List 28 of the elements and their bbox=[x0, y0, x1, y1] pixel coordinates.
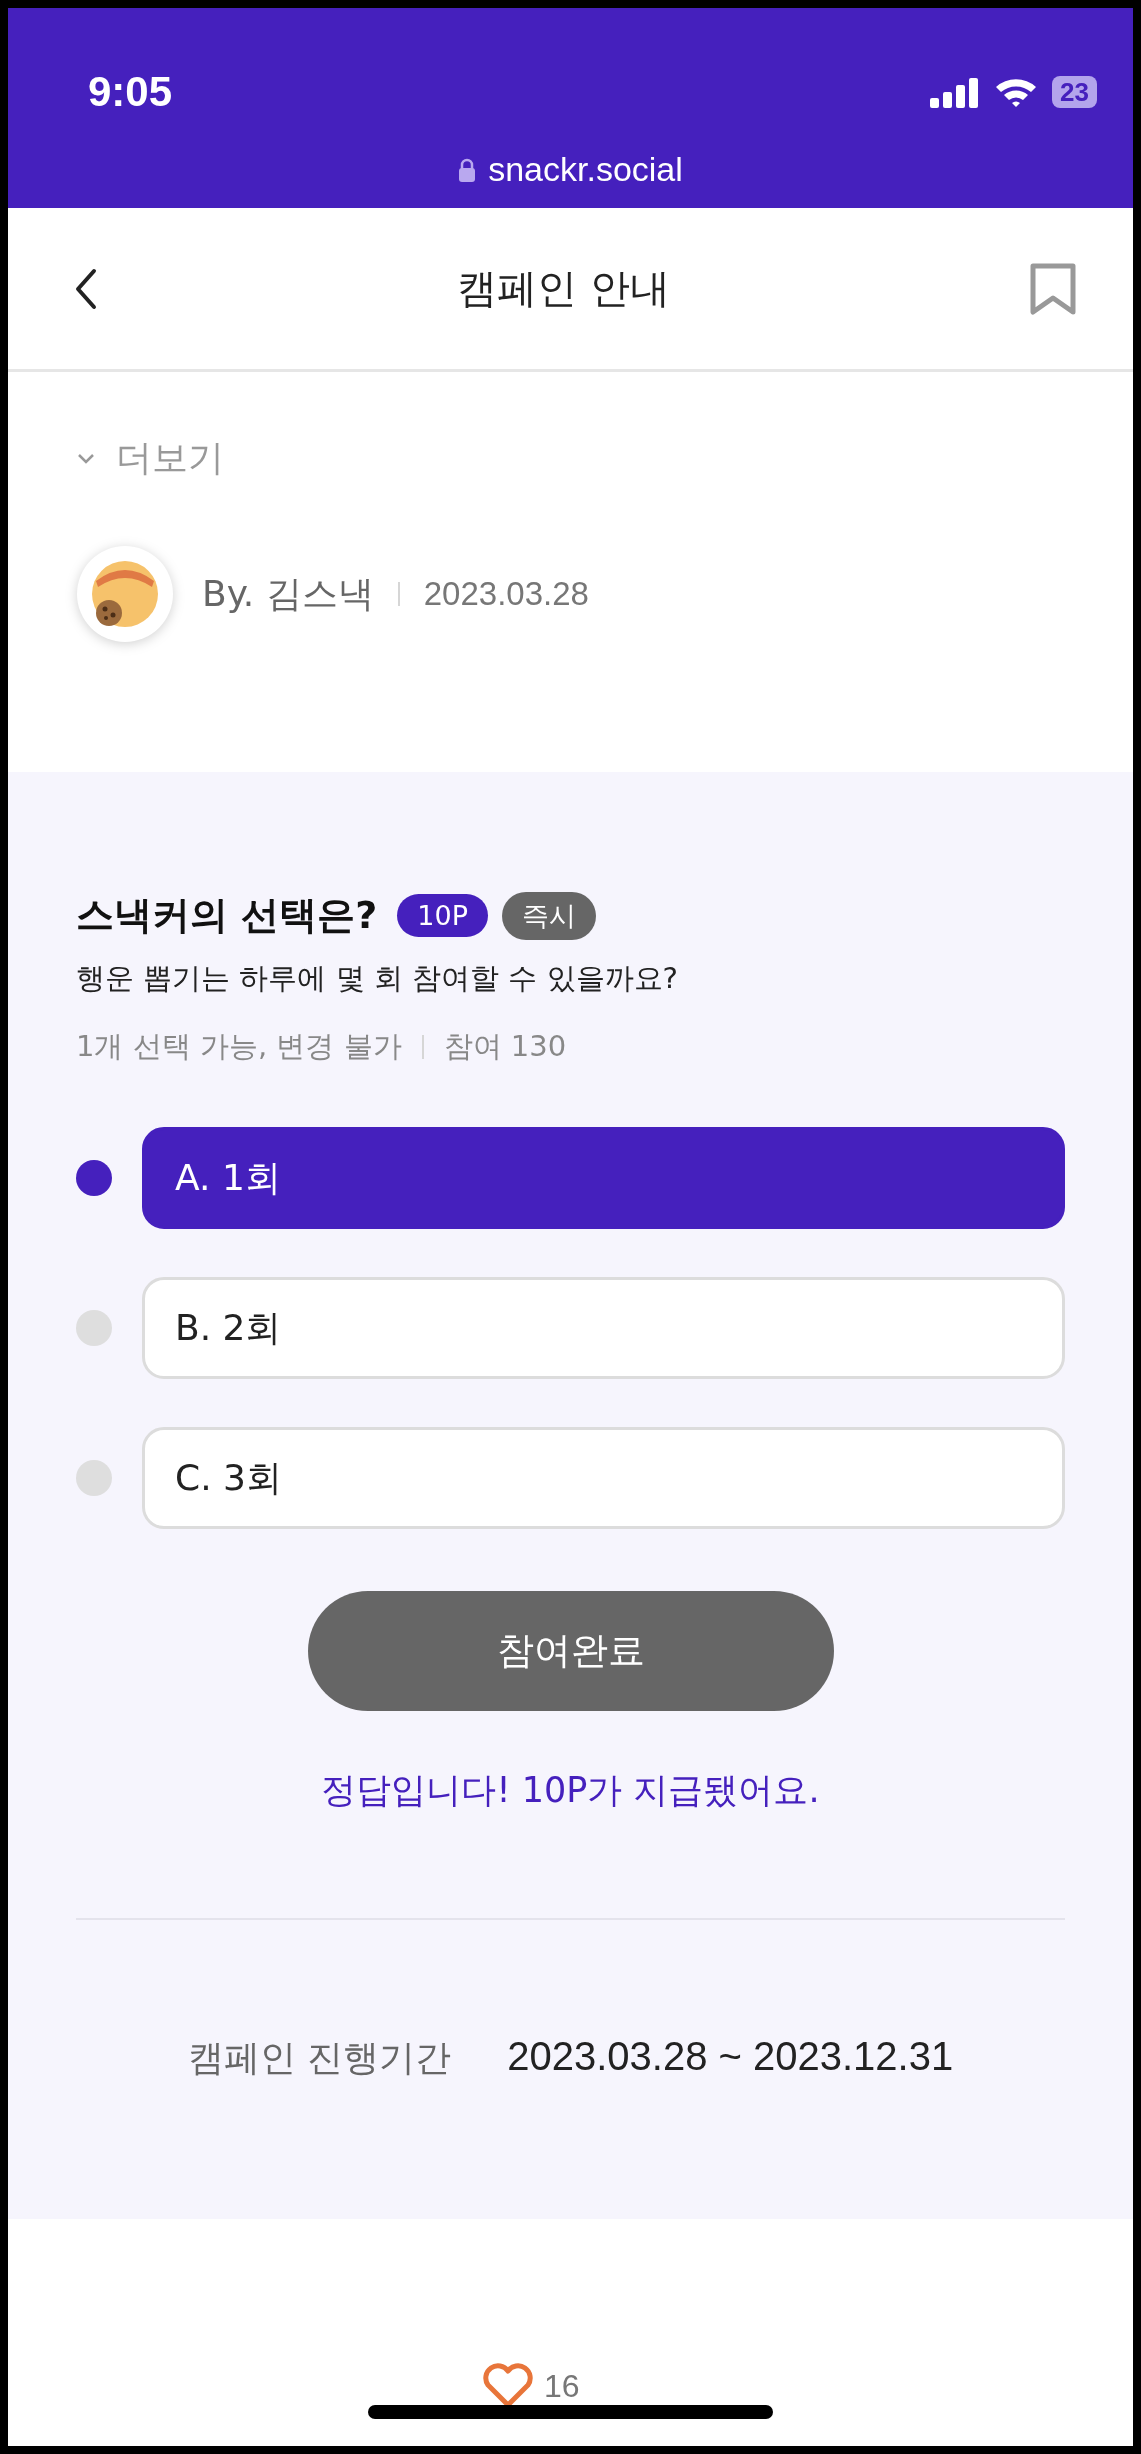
page-title: 캠페인 안내 bbox=[457, 264, 670, 313]
lock-icon bbox=[458, 157, 477, 182]
author-name: By. 김스낵 bbox=[202, 571, 374, 616]
battery-icon: 23 bbox=[1052, 76, 1097, 108]
quiz-title: 스낵커의 선택은? bbox=[76, 892, 378, 939]
radio-dot[interactable] bbox=[76, 1460, 112, 1496]
reward-tag: 10P bbox=[397, 894, 488, 937]
chevron-down-icon bbox=[76, 451, 96, 466]
post-date: 2023.03.28 bbox=[423, 575, 589, 613]
back-icon[interactable] bbox=[74, 266, 98, 311]
answer-option[interactable]: B. 2회 bbox=[142, 1277, 1065, 1379]
status-time: 9:05 bbox=[88, 68, 173, 116]
question-text: 행운 뽑기는 하루에 몇 회 참여할 수 있을까요? bbox=[76, 960, 679, 997]
wifi-icon bbox=[994, 76, 1039, 108]
signal-icon bbox=[930, 76, 981, 108]
radio-dot[interactable] bbox=[76, 1310, 112, 1346]
selection-rule: 1개 선택 가능, 변경 불가 bbox=[76, 1028, 402, 1065]
answer-option[interactable]: C. 3회 bbox=[142, 1427, 1065, 1529]
bookmark-icon[interactable] bbox=[1029, 261, 1077, 316]
like-count: 16 bbox=[544, 2367, 580, 2405]
result-message: 정답입니다! 10P가 지급됐어요. bbox=[320, 1769, 821, 1812]
period-dates: 2023.03.28 ~ 2023.12.31 bbox=[507, 2034, 954, 2080]
answer-option[interactable]: A. 1회 bbox=[142, 1127, 1065, 1229]
participant-count: 참여 130 bbox=[443, 1028, 567, 1065]
reward-tag: 즉시 bbox=[501, 891, 596, 940]
address-url[interactable]: snackr.social bbox=[488, 150, 683, 189]
radio-dot[interactable] bbox=[76, 1160, 112, 1196]
period-label: 캠페인 진행기간 bbox=[187, 2036, 452, 2080]
